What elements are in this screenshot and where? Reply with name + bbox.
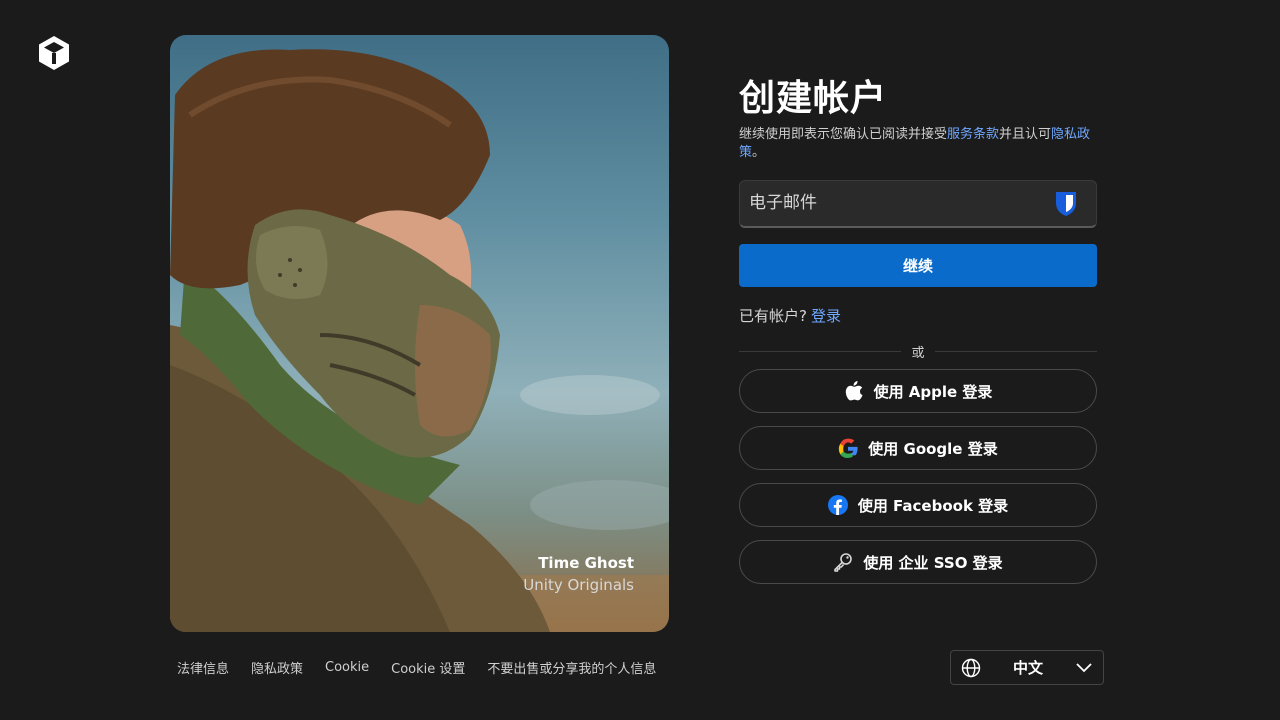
signup-form: 创建帐户 继续使用即表示您确认已阅读并接受服务条款并且认可隐私政策。 继续 已有…	[739, 76, 1097, 584]
or-divider: 或	[739, 341, 1097, 361]
bitwarden-shield-icon[interactable]	[1054, 191, 1078, 217]
have-account-row: 已有帐户? 登录	[739, 305, 1097, 327]
globe-icon	[961, 658, 981, 677]
chevron-down-icon	[1076, 662, 1092, 672]
facebook-login-button[interactable]: 使用 Facebook 登录	[739, 483, 1097, 527]
desc-middle: 并且认可	[999, 127, 1052, 142]
language-select[interactable]: 中文	[950, 650, 1104, 685]
hero-caption: Time Ghost Unity Originals	[523, 552, 634, 596]
email-field-container	[739, 180, 1097, 228]
login-link[interactable]: 登录	[811, 307, 841, 325]
divider-line-right	[935, 351, 1097, 352]
caption-subtitle: Unity Originals	[523, 576, 634, 594]
facebook-icon	[827, 495, 848, 515]
terms-link[interactable]: 服务条款	[947, 127, 999, 142]
footer-link-do-not-sell[interactable]: 不要出售或分享我的个人信息	[487, 658, 656, 677]
footer-links: 法律信息 隐私政策 Cookie Cookie 设置 不要出售或分享我的个人信息	[177, 657, 656, 677]
unity-logo-icon[interactable]	[36, 34, 72, 72]
have-account-text: 已有帐户?	[739, 307, 807, 325]
google-login-label: 使用 Google 登录	[868, 439, 998, 458]
footer-link-cookie[interactable]: Cookie	[325, 660, 369, 675]
sso-login-button[interactable]: 使用 企业 SSO 登录	[739, 540, 1097, 584]
social-login-list: 使用 Apple 登录 使用 Google 登录 使用 Facebook 登录 …	[739, 369, 1097, 584]
footer-link-legal[interactable]: 法律信息	[177, 658, 229, 677]
google-login-button[interactable]: 使用 Google 登录	[739, 426, 1097, 470]
google-icon	[838, 438, 858, 458]
language-value: 中文	[1012, 659, 1043, 677]
desc-suffix: 。	[752, 145, 766, 160]
apple-icon	[844, 381, 864, 401]
facebook-login-label: 使用 Facebook 登录	[857, 496, 1009, 515]
desc-prefix: 继续使用即表示您确认已阅读并接受	[739, 127, 948, 142]
sso-login-label: 使用 企业 SSO 登录	[863, 553, 1003, 572]
terms-description: 继续使用即表示您确认已阅读并接受服务条款并且认可隐私政策。	[739, 126, 1097, 162]
continue-button[interactable]: 继续	[739, 244, 1097, 287]
email-field[interactable]	[740, 181, 1040, 225]
key-icon	[833, 552, 853, 572]
hero-illustration	[170, 49, 669, 632]
footer-link-cookie-settings[interactable]: Cookie 设置	[391, 658, 465, 677]
page-title: 创建帐户	[739, 78, 888, 119]
footer-link-privacy[interactable]: 隐私政策	[251, 658, 303, 677]
apple-login-button[interactable]: 使用 Apple 登录	[739, 369, 1097, 413]
hero-image: Time Ghost Unity Originals	[170, 35, 669, 632]
apple-login-label: 使用 Apple 登录	[873, 382, 993, 401]
caption-title: Time Ghost	[538, 554, 634, 572]
